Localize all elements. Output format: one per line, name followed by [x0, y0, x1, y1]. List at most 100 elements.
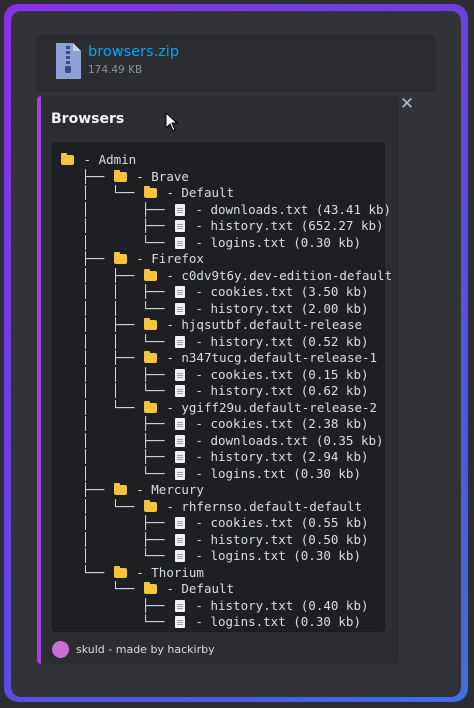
- tree-file-row: │ ├── - history.txt (2.94 kb): [59, 449, 392, 466]
- tree-guide: └──: [59, 614, 172, 629]
- tree-folder-row: │ └── - Default: [59, 185, 392, 202]
- tree-file-row: │ ├── - history.txt (652.27 kb): [59, 218, 392, 235]
- file-label: - history.txt (652.27 kb): [187, 218, 384, 233]
- tree-folder-row: ├── - Mercury: [59, 482, 392, 499]
- file-label: - cookies.txt (0.55 kb): [187, 515, 369, 530]
- tree-file-row: │ │ ├── - cookies.txt (3.50 kb): [59, 284, 392, 301]
- close-icon[interactable]: ✕: [398, 95, 416, 113]
- folder-label: - Default: [158, 581, 235, 596]
- document-icon: [174, 467, 185, 480]
- folder-label: - Firefox: [128, 251, 204, 266]
- folder-icon: [143, 268, 157, 281]
- file-label: - downloads.txt (0.35 kb): [187, 432, 384, 448]
- tree-file-row: │ ├── - history.txt (0.50 kb): [59, 532, 392, 549]
- tree-file-row: │ └── - logins.txt (0.30 kb): [59, 235, 392, 252]
- file-label: - logins.txt (0.30 kb): [187, 548, 361, 563]
- folder-label: - Thorium: [128, 564, 204, 580]
- file-label: - downloads.txt (43.41 kb): [187, 201, 392, 217]
- tree-folder-row: │ ├── - hjqsutbf.default-release: [59, 317, 392, 334]
- folder-icon: [113, 565, 127, 578]
- embed-accent-bar: [37, 96, 41, 664]
- tree-file-row: ├── - history.txt (0.40 kb): [59, 598, 392, 615]
- tree-guide: │ │ └──: [59, 333, 172, 349]
- folder-label: - Mercury: [128, 482, 204, 497]
- folder-label: - rhfernso.default-default: [158, 498, 362, 514]
- tree-file-row: │ │ ├── - cookies.txt (0.15 kb): [59, 367, 392, 384]
- tree-folder-row: │ └── - ygiff29u.default-release-2: [59, 400, 392, 417]
- tree-guide: ├──: [59, 168, 112, 184]
- tree-guide: │ ├──: [59, 201, 172, 217]
- tree-folder-row: │ ├── - n347tucg.default-release-1: [59, 350, 392, 367]
- folder-label: - c0dv9t6y.dev-edition-default: [158, 267, 393, 283]
- tree-guide: │ └──: [59, 498, 142, 514]
- file-label: - history.txt (0.40 kb): [187, 597, 369, 613]
- folder-label: - n347tucg.default-release-1: [158, 350, 378, 365]
- tree-guide: │ │ ├──: [59, 366, 172, 382]
- tree-file-row: │ ├── - downloads.txt (0.35 kb): [59, 433, 392, 450]
- tree-file-row: │ ├── - downloads.txt (43.41 kb): [59, 202, 392, 219]
- document-icon: [174, 385, 185, 397]
- footer-text: skuld - made by hackirby: [76, 643, 215, 656]
- tree-file-row: │ └── - logins.txt (0.30 kb): [59, 548, 392, 565]
- tree-guide: ├──: [59, 482, 112, 497]
- document-icon: [174, 451, 185, 463]
- tree-guide: │ ├──: [59, 515, 172, 530]
- tree-file-row: └── - logins.txt (0.30 kb): [59, 614, 392, 631]
- embed-card: Browsers - Admin ├── - Brave │ └── - Def…: [37, 96, 398, 664]
- file-label: - cookies.txt (0.15 kb): [187, 366, 369, 382]
- document-icon: [174, 599, 185, 612]
- skuld-logo-icon: [52, 641, 69, 658]
- document-icon: [174, 335, 185, 348]
- tree-guide: │ └──: [59, 548, 172, 563]
- tree-guide: │ ├──: [59, 416, 172, 431]
- folder-label: - Admin: [76, 152, 137, 167]
- document-icon: [174, 616, 185, 628]
- tree-file-row: │ ├── - cookies.txt (2.38 kb): [59, 416, 392, 433]
- tree-guide: │ └──: [59, 185, 142, 200]
- tree-guide: │ ├──: [59, 449, 172, 464]
- folder-label: - Brave: [128, 168, 189, 184]
- tree-guide: │ ├──: [59, 432, 172, 448]
- folder-icon: [143, 186, 157, 198]
- file-label: - history.txt (0.50 kb): [187, 531, 369, 547]
- file-name-link[interactable]: browsers.zip: [88, 44, 179, 60]
- file-attachment[interactable]: browsers.zip 174.49 KB: [37, 35, 435, 91]
- tree-guide: │ └──: [59, 465, 172, 481]
- tree-guide: ├──: [59, 251, 112, 266]
- tree-folder-row: - Admin: [59, 152, 392, 169]
- folder-icon: [143, 499, 157, 512]
- document-icon: [174, 533, 185, 546]
- tree-guide: └──: [59, 581, 142, 596]
- tree-guide: ├──: [59, 597, 172, 613]
- zip-file-icon: [56, 43, 81, 79]
- file-size: 174.49 KB: [88, 64, 143, 76]
- folder-icon: [113, 169, 127, 182]
- document-icon: [174, 203, 185, 216]
- tree-guide: │ └──: [59, 399, 142, 415]
- embed-title: Browsers: [51, 111, 125, 127]
- document-icon: [174, 236, 185, 249]
- tree-file-row: │ ├── - cookies.txt (0.55 kb): [59, 515, 392, 532]
- tree-guide: │ │ └──: [59, 383, 172, 398]
- folder-icon: [143, 351, 157, 363]
- file-label: - cookies.txt (2.38 kb): [187, 416, 369, 431]
- document-icon: [174, 517, 185, 529]
- tree-guide: │ └──: [59, 234, 172, 250]
- tree-guide: │ ├──: [59, 531, 172, 547]
- document-icon: [174, 550, 185, 562]
- file-label: - cookies.txt (3.50 kb): [187, 284, 369, 299]
- file-label: - history.txt (0.62 kb): [187, 383, 369, 398]
- document-icon: [174, 418, 185, 430]
- file-tree: - Admin ├── - Brave │ └── - Default │ ├─…: [59, 152, 392, 631]
- tree-file-row: │ │ └── - history.txt (0.62 kb): [59, 383, 392, 400]
- document-icon: [174, 368, 185, 381]
- tree-folder-row: ├── - Brave: [59, 169, 392, 186]
- tree-file-row: │ │ └── - history.txt (2.00 kb): [59, 301, 392, 318]
- folder-icon: [113, 483, 127, 495]
- document-icon: [174, 302, 185, 315]
- folder-label: - hjqsutbf.default-release: [158, 317, 362, 332]
- tree-folder-row: │ └── - rhfernso.default-default: [59, 499, 392, 516]
- file-label: - history.txt (2.00 kb): [187, 300, 369, 316]
- tree-folder-row: ├── - Firefox: [59, 251, 392, 268]
- folder-label: - ygiff29u.default-release-2: [158, 399, 378, 415]
